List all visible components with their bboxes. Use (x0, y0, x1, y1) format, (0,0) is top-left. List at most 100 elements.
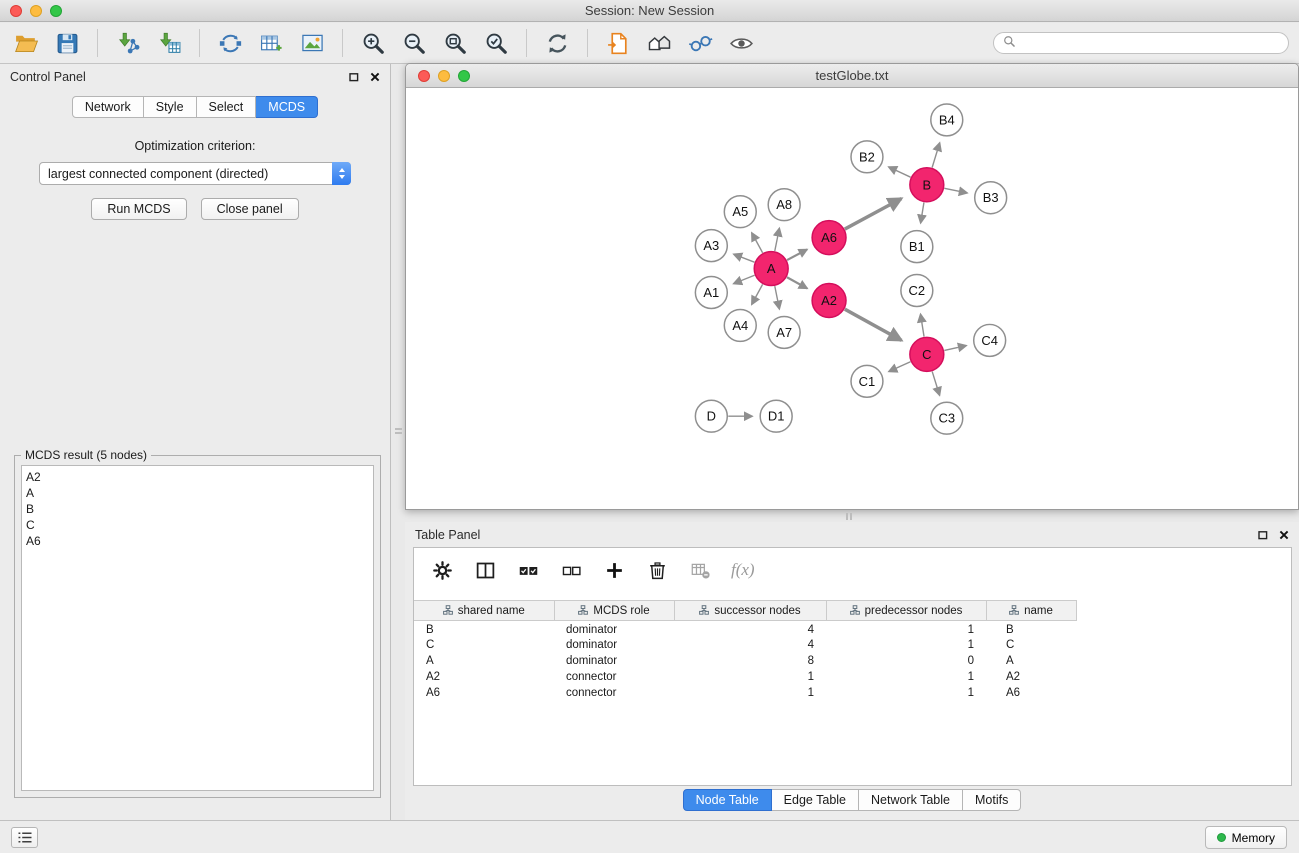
table-cell[interactable]: connector (554, 685, 674, 701)
zoom-out-icon[interactable] (398, 27, 430, 59)
delete-table-icon[interactable] (688, 558, 712, 582)
network-canvas[interactable]: B4B2BB3A5A8A6B1A3AC2A1A2A4A7C4CC1C3DD1 (406, 88, 1298, 509)
zoom-selected-icon[interactable] (480, 27, 512, 59)
table-cell[interactable]: connector (554, 669, 674, 685)
table-row[interactable]: Adominator80A (414, 653, 1076, 669)
search-box[interactable] (993, 32, 1289, 54)
table-cell[interactable]: 4 (674, 621, 826, 637)
import-file-icon[interactable] (602, 27, 634, 59)
add-row-icon[interactable] (602, 558, 626, 582)
close-panel-button[interactable]: Close panel (201, 198, 299, 220)
column-header[interactable]: MCDS role (554, 601, 674, 621)
network-arrows-icon[interactable] (214, 27, 246, 59)
table-cell[interactable]: dominator (554, 653, 674, 669)
tab-node-table[interactable]: Node Table (683, 789, 772, 811)
columns-icon[interactable] (473, 558, 497, 582)
network-node[interactable]: C3 (931, 402, 963, 434)
network-node[interactable]: A5 (724, 196, 756, 228)
table-cell[interactable]: 1 (674, 685, 826, 701)
import-table-icon[interactable] (153, 27, 185, 59)
network-node[interactable]: C4 (974, 324, 1006, 356)
tab-mcds[interactable]: MCDS (256, 96, 318, 118)
network-edge[interactable] (889, 362, 911, 372)
zoom-in-icon[interactable] (357, 27, 389, 59)
table-cell[interactable]: 4 (674, 637, 826, 653)
table-cell[interactable]: B (986, 621, 1076, 637)
network-node[interactable]: A7 (768, 316, 800, 348)
table-cell[interactable]: A2 (414, 669, 554, 685)
network-window-titlebar[interactable]: testGlobe.txt (406, 64, 1298, 88)
network-node[interactable]: C (910, 337, 944, 371)
network-graph[interactable]: B4B2BB3A5A8A6B1A3AC2A1A2A4A7C4CC1C3DD1 (406, 88, 1298, 509)
table-cell[interactable]: 8 (674, 653, 826, 669)
table-cell[interactable]: B (414, 621, 554, 637)
network-node[interactable]: B1 (901, 231, 933, 263)
network-node[interactable]: B4 (931, 104, 963, 136)
network-edge[interactable] (845, 309, 902, 340)
close-panel-icon[interactable] (370, 72, 380, 82)
network-node[interactable]: B2 (851, 141, 883, 173)
network-node[interactable]: A4 (724, 309, 756, 341)
table-cell[interactable]: 1 (826, 685, 986, 701)
table-cell[interactable]: A6 (986, 685, 1076, 701)
table-cell[interactable]: 1 (826, 621, 986, 637)
list-item[interactable]: C (26, 517, 369, 533)
table-cell[interactable]: 0 (826, 653, 986, 669)
network-node[interactable]: B (910, 168, 944, 202)
eye-icon[interactable] (725, 27, 757, 59)
close-table-panel-icon[interactable] (1279, 530, 1289, 540)
network-node[interactable]: A1 (695, 277, 727, 309)
criterion-dropdown[interactable]: largest connected component (directed) (39, 162, 351, 185)
vertical-splitter-grip[interactable] (395, 428, 402, 434)
network-edge[interactable] (845, 199, 902, 230)
network-node[interactable]: A6 (812, 221, 846, 255)
network-node[interactable]: D (695, 400, 727, 432)
function-builder-icon[interactable]: f(x) (731, 558, 755, 582)
task-history-button[interactable] (11, 827, 38, 848)
network-edge[interactable] (932, 372, 939, 396)
network-edge[interactable] (932, 143, 940, 168)
column-header[interactable]: name (986, 601, 1076, 621)
network-node[interactable]: C2 (901, 275, 933, 307)
table-cell[interactable]: 1 (826, 669, 986, 685)
table-cell[interactable]: C (414, 637, 554, 653)
open-session-icon[interactable] (10, 27, 42, 59)
table-row[interactable]: A6connector11A6 (414, 685, 1076, 701)
run-mcds-button[interactable]: Run MCDS (91, 198, 186, 220)
network-edge[interactable] (787, 249, 807, 260)
network-edge[interactable] (921, 203, 924, 223)
search-input[interactable] (1022, 36, 1279, 50)
import-network-icon[interactable] (112, 27, 144, 59)
select-all-icon[interactable] (516, 558, 540, 582)
network-node[interactable]: B3 (975, 182, 1007, 214)
tab-network[interactable]: Network (72, 96, 144, 118)
table-cell[interactable]: dominator (554, 621, 674, 637)
home-network-icon[interactable] (643, 27, 675, 59)
save-session-icon[interactable] (51, 27, 83, 59)
table-cell[interactable]: A2 (986, 669, 1076, 685)
delete-row-icon[interactable] (645, 558, 669, 582)
float-panel-icon[interactable] (349, 72, 359, 82)
tab-motifs[interactable]: Motifs (963, 789, 1021, 811)
tab-select[interactable]: Select (197, 96, 257, 118)
list-item[interactable]: A (26, 485, 369, 501)
network-edge[interactable] (752, 284, 763, 304)
table-row[interactable]: A2connector11A2 (414, 669, 1076, 685)
network-edge[interactable] (944, 188, 967, 193)
network-edge[interactable] (775, 286, 780, 309)
column-header[interactable]: predecessor nodes (826, 601, 986, 621)
memory-button[interactable]: Memory (1205, 826, 1287, 849)
table-cell[interactable]: A (986, 653, 1076, 669)
list-item[interactable]: A2 (26, 469, 369, 485)
export-image-icon[interactable] (296, 27, 328, 59)
mcds-result-list[interactable]: A2ABCA6 (21, 465, 374, 791)
table-cell[interactable]: dominator (554, 637, 674, 653)
float-table-panel-icon[interactable] (1258, 530, 1268, 540)
table-cell[interactable]: C (986, 637, 1076, 653)
network-edge[interactable] (889, 167, 911, 177)
zoom-fit-icon[interactable] (439, 27, 471, 59)
network-node[interactable]: A (754, 252, 788, 286)
network-edge[interactable] (921, 314, 924, 336)
network-edge[interactable] (775, 228, 780, 251)
network-edge[interactable] (944, 346, 966, 351)
